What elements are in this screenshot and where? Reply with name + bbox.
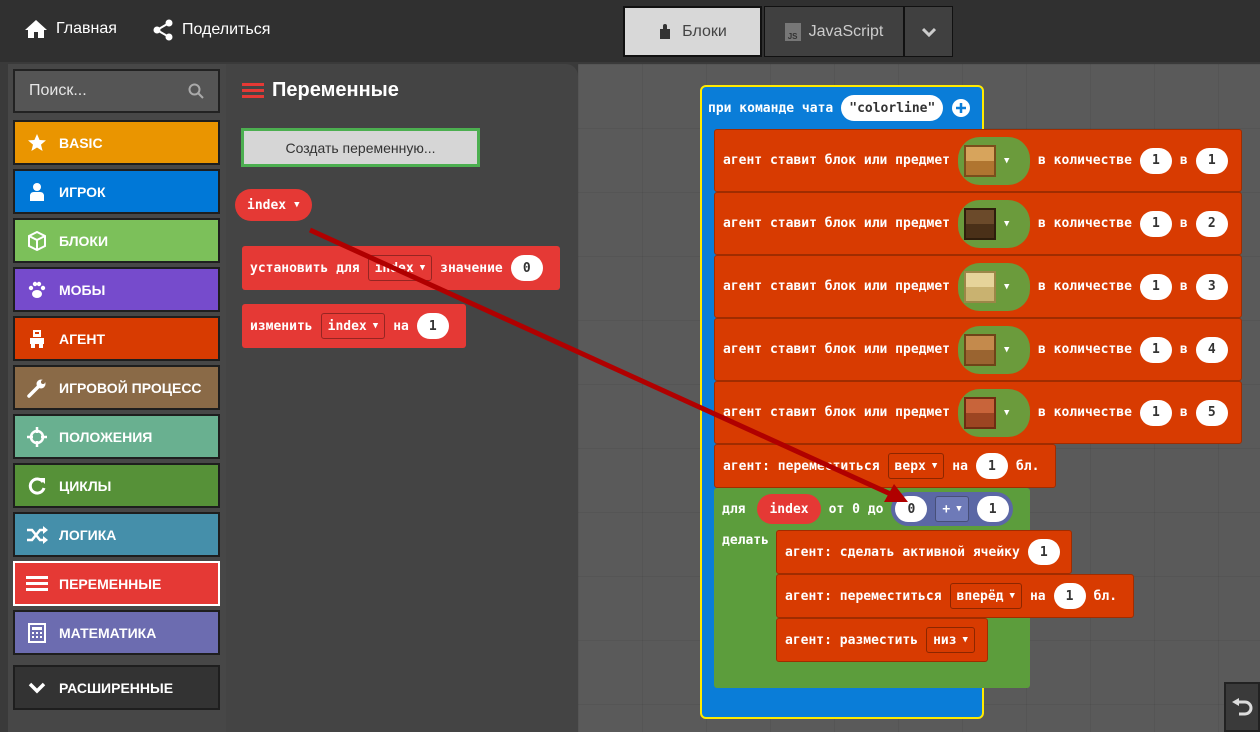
- change-variable-block[interactable]: изменить index ▼ на 1: [242, 304, 466, 348]
- for-loop-header: для index от 0 до 0 + ▼ 1: [722, 492, 1013, 526]
- category-math[interactable]: МАТЕМАТИКА: [13, 610, 220, 655]
- place-block-row[interactable]: агент ставит блок или предмет ▼ в количе…: [714, 318, 1242, 381]
- tab-blocks[interactable]: Блоки: [623, 6, 762, 57]
- cube-icon: [25, 229, 49, 253]
- item-dropdown[interactable]: ▼: [957, 262, 1030, 311]
- undo-icon: [1232, 698, 1253, 716]
- birch-planks-icon: [963, 270, 996, 303]
- share-icon: [153, 19, 173, 41]
- chat-command-header: при команде чата " colorline ": [708, 93, 971, 123]
- js-file-icon: JS: [784, 22, 801, 41]
- agent-select-slot-block[interactable]: агент: сделать активной ячейку 1: [776, 530, 1072, 574]
- direction-dropdown[interactable]: верх ▼: [887, 453, 945, 479]
- item-dropdown[interactable]: ▼: [957, 388, 1030, 437]
- math-operation-block[interactable]: 0 + ▼ 1: [891, 492, 1013, 526]
- value-input[interactable]: 0: [510, 255, 543, 281]
- share-button[interactable]: Поделиться: [152, 19, 270, 41]
- category-gameplay[interactable]: ИГРОВОЙ ПРОЦЕСС: [13, 365, 220, 410]
- star-icon: [25, 131, 49, 155]
- chevron-down-icon: [921, 27, 936, 37]
- oak-planks-icon: [963, 333, 996, 366]
- home-button[interactable]: Главная: [24, 19, 117, 39]
- category-logic[interactable]: ЛОГИКА: [13, 512, 220, 557]
- add-parameter-icon[interactable]: [951, 98, 971, 118]
- acacia-planks-icon: [963, 396, 996, 429]
- item-dropdown[interactable]: ▼: [957, 199, 1030, 248]
- search-input[interactable]: Поиск...: [13, 69, 220, 113]
- command-string-input[interactable]: " colorline ": [841, 95, 944, 121]
- agent-place-block[interactable]: агент: разместить низ ▼: [776, 618, 988, 662]
- operator-dropdown[interactable]: + ▼: [935, 496, 969, 522]
- list-icon: [25, 572, 49, 596]
- category-positions[interactable]: ПОЛОЖЕНИЯ: [13, 414, 220, 459]
- share-label: Поделиться: [182, 21, 271, 38]
- direction-dropdown[interactable]: вперёд ▼: [949, 583, 1022, 609]
- more-dropdown-button[interactable]: [904, 6, 953, 57]
- dark-planks-icon: [963, 207, 996, 240]
- chevron-down-icon: [25, 676, 49, 700]
- loop-icon: [25, 474, 49, 498]
- item-dropdown[interactable]: ▼: [957, 325, 1030, 374]
- flyout-title: Переменные: [242, 79, 399, 102]
- paw-icon: [25, 278, 49, 302]
- category-basic[interactable]: BASIC: [13, 120, 220, 165]
- top-bar: Главная Поделиться Блоки JS JavaScript: [0, 0, 1260, 62]
- category-advanced[interactable]: РАСШИРЕННЫЕ: [13, 665, 220, 710]
- item-dropdown[interactable]: ▼: [957, 136, 1030, 185]
- home-label: Главная: [56, 20, 117, 37]
- create-variable-button[interactable]: Создать переменную...: [241, 128, 480, 167]
- variable-dropdown[interactable]: index ▼: [367, 255, 433, 281]
- category-mobs[interactable]: МОБЫ: [13, 267, 220, 312]
- tab-javascript[interactable]: JS JavaScript: [764, 6, 904, 57]
- wrench-icon: [25, 376, 49, 400]
- place-block-row[interactable]: агент ставит блок или предмет ▼ в количе…: [714, 192, 1242, 255]
- crosshair-icon: [25, 425, 49, 449]
- block-workspace[interactable]: при команде чата " colorline " агент стави…: [578, 64, 1260, 732]
- category-loops[interactable]: ЦИКЛЫ: [13, 463, 220, 508]
- variables-flyout: Переменные Создать переменную... index ▼ …: [226, 64, 578, 732]
- value-input[interactable]: 1: [416, 313, 449, 339]
- person-icon: [25, 180, 49, 204]
- agent-move-forward-block[interactable]: агент: переместиться вперёд ▼ на 1 бл.: [776, 574, 1134, 618]
- list-icon: [242, 82, 264, 98]
- direction-dropdown[interactable]: низ ▼: [926, 627, 975, 653]
- variable-dropdown[interactable]: index ▼: [320, 313, 386, 339]
- place-block-row[interactable]: агент ставит блок или предмет ▼ в количе…: [714, 129, 1242, 192]
- set-variable-block[interactable]: установить для index ▼ значение 0: [242, 246, 560, 290]
- home-icon: [25, 20, 47, 38]
- loop-do-label: делать: [722, 533, 769, 548]
- undo-button[interactable]: [1224, 682, 1260, 732]
- dropdown-arrow-icon: ▼: [294, 200, 300, 210]
- agent-move-block[interactable]: агент: переместиться верх ▼ на 1 бл.: [714, 444, 1056, 488]
- category-agent[interactable]: АГЕНТ: [13, 316, 220, 361]
- category-blocks[interactable]: БЛОКИ: [13, 218, 220, 263]
- search-icon[interactable]: [188, 83, 204, 99]
- puzzle-icon: [660, 23, 671, 39]
- place-block-row[interactable]: агент ставит блок или предмет ▼ в количе…: [714, 381, 1242, 444]
- robot-icon: [25, 327, 49, 351]
- toolbox: Поиск... BASIC ИГРОК БЛОКИ МОБЫ АГЕНТ ИГ…: [8, 64, 226, 732]
- planks-icon: [963, 144, 996, 177]
- place-block-row[interactable]: агент ставит блок или предмет ▼ в количе…: [714, 255, 1242, 318]
- variable-block-index[interactable]: index ▼: [235, 189, 312, 221]
- category-variables[interactable]: ПЕРЕМЕННЫЕ: [13, 561, 220, 606]
- shuffle-icon: [25, 523, 49, 547]
- calculator-icon: [25, 621, 49, 645]
- loop-variable[interactable]: index: [757, 494, 821, 524]
- category-player[interactable]: ИГРОК: [13, 169, 220, 214]
